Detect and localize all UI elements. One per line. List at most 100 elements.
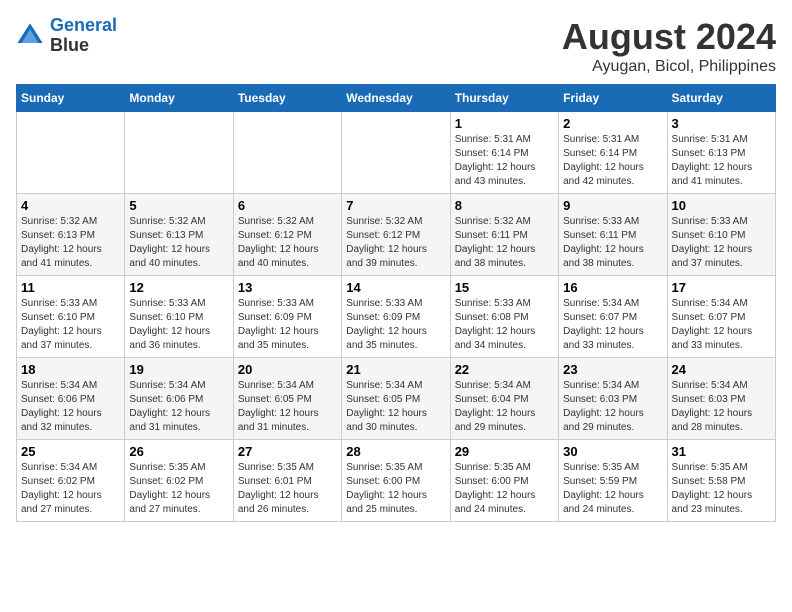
day-info: Sunrise: 5:34 AMSunset: 6:05 PMDaylight:…	[346, 379, 445, 435]
day-number: 12	[129, 280, 228, 295]
calendar-cell: 1 Sunrise: 5:31 AMSunset: 6:14 PMDaylight…	[450, 112, 558, 194]
day-number: 17	[672, 280, 771, 295]
day-info: Sunrise: 5:33 AMSunset: 6:10 PMDaylight:…	[21, 297, 120, 353]
day-info: Sunrise: 5:32 AMSunset: 6:12 PMDaylight:…	[346, 215, 445, 271]
day-number: 8	[455, 198, 554, 213]
day-number: 20	[238, 362, 337, 377]
day-number: 18	[21, 362, 120, 377]
page-header: General Blue August 2024 Ayugan, Bicol, …	[16, 16, 776, 76]
day-info: Sunrise: 5:34 AMSunset: 6:04 PMDaylight:…	[455, 379, 554, 435]
calendar-cell: 20 Sunrise: 5:34 AMSunset: 6:05 PMDayligh…	[233, 358, 341, 440]
day-number: 23	[563, 362, 662, 377]
day-number: 15	[455, 280, 554, 295]
day-number: 31	[672, 444, 771, 459]
calendar-week-1: 1 Sunrise: 5:31 AMSunset: 6:14 PMDaylight…	[17, 112, 776, 194]
day-number: 27	[238, 444, 337, 459]
day-info: Sunrise: 5:35 AMSunset: 5:58 PMDaylight:…	[672, 461, 771, 517]
col-header-tuesday: Tuesday	[233, 85, 341, 112]
calendar-cell	[125, 112, 233, 194]
col-header-wednesday: Wednesday	[342, 85, 450, 112]
day-number: 24	[672, 362, 771, 377]
calendar-cell: 15 Sunrise: 5:33 AMSunset: 6:08 PMDayligh…	[450, 276, 558, 358]
calendar-cell: 13Sunrise: 5:33 AMSunset: 6:09 PMDayligh…	[233, 276, 341, 358]
day-info: Sunrise: 5:34 AMSunset: 6:06 PMDaylight:…	[129, 379, 228, 435]
header-row: SundayMondayTuesdayWednesdayThursdayFrid…	[17, 85, 776, 112]
day-info: Sunrise: 5:34 AMSunset: 6:03 PMDaylight:…	[672, 379, 771, 435]
title-block: August 2024 Ayugan, Bicol, Philippines	[562, 16, 776, 76]
col-header-thursday: Thursday	[450, 85, 558, 112]
calendar-cell: 2 Sunrise: 5:31 AMSunset: 6:14 PMDaylight…	[559, 112, 667, 194]
calendar-cell: 16 Sunrise: 5:34 AMSunset: 6:07 PMDayligh…	[559, 276, 667, 358]
day-number: 22	[455, 362, 554, 377]
calendar-cell: 12 Sunrise: 5:33 AMSunset: 6:10 PMDayligh…	[125, 276, 233, 358]
day-number: 10	[672, 198, 771, 213]
calendar-table: SundayMondayTuesdayWednesdayThursdayFrid…	[16, 84, 776, 522]
day-info: Sunrise: 5:31 AMSunset: 6:13 PMDaylight:…	[672, 133, 771, 189]
day-number: 28	[346, 444, 445, 459]
calendar-cell: 18 Sunrise: 5:34 AMSunset: 6:06 PMDayligh…	[17, 358, 125, 440]
day-info: Sunrise: 5:34 AMSunset: 6:07 PMDaylight:…	[563, 297, 662, 353]
day-number: 6	[238, 198, 337, 213]
day-info: Sunrise: 5:32 AMSunset: 6:13 PMDaylight:…	[129, 215, 228, 271]
day-info: Sunrise: 5:34 AMSunset: 6:02 PMDaylight:…	[21, 461, 120, 517]
calendar-cell: 30Sunrise: 5:35 AMSunset: 5:59 PMDayligh…	[559, 440, 667, 522]
col-header-monday: Monday	[125, 85, 233, 112]
day-info: Sunrise: 5:34 AMSunset: 6:06 PMDaylight:…	[21, 379, 120, 435]
day-info: Sunrise: 5:33 AMSunset: 6:10 PMDaylight:…	[672, 215, 771, 271]
calendar-cell: 5 Sunrise: 5:32 AMSunset: 6:13 PMDaylight…	[125, 194, 233, 276]
day-number: 25	[21, 444, 120, 459]
calendar-cell: 26Sunrise: 5:35 AMSunset: 6:02 PMDayligh…	[125, 440, 233, 522]
day-info: Sunrise: 5:34 AMSunset: 6:05 PMDaylight:…	[238, 379, 337, 435]
day-info: Sunrise: 5:33 AMSunset: 6:09 PMDaylight:…	[346, 297, 445, 353]
day-number: 19	[129, 362, 228, 377]
col-header-friday: Friday	[559, 85, 667, 112]
calendar-cell: 9Sunrise: 5:33 AMSunset: 6:11 PMDaylight…	[559, 194, 667, 276]
calendar-cell: 14Sunrise: 5:33 AMSunset: 6:09 PMDayligh…	[342, 276, 450, 358]
day-info: Sunrise: 5:33 AMSunset: 6:09 PMDaylight:…	[238, 297, 337, 353]
calendar-cell	[17, 112, 125, 194]
day-number: 2	[563, 116, 662, 131]
calendar-week-2: 4 Sunrise: 5:32 AMSunset: 6:13 PMDaylight…	[17, 194, 776, 276]
calendar-cell: 6Sunrise: 5:32 AMSunset: 6:12 PMDaylight…	[233, 194, 341, 276]
calendar-cell: 10 Sunrise: 5:33 AMSunset: 6:10 PMDayligh…	[667, 194, 775, 276]
calendar-cell: 27 Sunrise: 5:35 AMSunset: 6:01 PMDayligh…	[233, 440, 341, 522]
calendar-cell: 11 Sunrise: 5:33 AMSunset: 6:10 PMDayligh…	[17, 276, 125, 358]
calendar-cell: 8 Sunrise: 5:32 AMSunset: 6:11 PMDaylight…	[450, 194, 558, 276]
calendar-cell: 22 Sunrise: 5:34 AMSunset: 6:04 PMDayligh…	[450, 358, 558, 440]
day-info: Sunrise: 5:34 AMSunset: 6:03 PMDaylight:…	[563, 379, 662, 435]
calendar-week-5: 25 Sunrise: 5:34 AMSunset: 6:02 PMDayligh…	[17, 440, 776, 522]
col-header-sunday: Sunday	[17, 85, 125, 112]
calendar-cell	[233, 112, 341, 194]
day-info: Sunrise: 5:35 AMSunset: 6:00 PMDaylight:…	[455, 461, 554, 517]
calendar-cell	[342, 112, 450, 194]
day-number: 16	[563, 280, 662, 295]
calendar-title: August 2024	[562, 16, 776, 58]
day-number: 4	[21, 198, 120, 213]
calendar-cell: 4Sunrise: 5:32 AMSunset: 6:13 PMDaylight…	[17, 194, 125, 276]
calendar-cell: 23 Sunrise: 5:34 AMSunset: 6:03 PMDayligh…	[559, 358, 667, 440]
day-number: 21	[346, 362, 445, 377]
col-header-saturday: Saturday	[667, 85, 775, 112]
day-number: 5	[129, 198, 228, 213]
day-info: Sunrise: 5:35 AMSunset: 5:59 PMDaylight:…	[563, 461, 662, 517]
day-info: Sunrise: 5:33 AMSunset: 6:08 PMDaylight:…	[455, 297, 554, 353]
day-number: 11	[21, 280, 120, 295]
day-number: 3	[672, 116, 771, 131]
day-info: Sunrise: 5:35 AMSunset: 6:02 PMDaylight:…	[129, 461, 228, 517]
day-number: 1	[455, 116, 554, 131]
calendar-cell: 3 Sunrise: 5:31 AMSunset: 6:13 PMDaylight…	[667, 112, 775, 194]
calendar-cell: 25 Sunrise: 5:34 AMSunset: 6:02 PMDayligh…	[17, 440, 125, 522]
calendar-cell: 28Sunrise: 5:35 AMSunset: 6:00 PMDayligh…	[342, 440, 450, 522]
day-info: Sunrise: 5:35 AMSunset: 6:01 PMDaylight:…	[238, 461, 337, 517]
calendar-week-4: 18 Sunrise: 5:34 AMSunset: 6:06 PMDayligh…	[17, 358, 776, 440]
day-info: Sunrise: 5:34 AMSunset: 6:07 PMDaylight:…	[672, 297, 771, 353]
day-info: Sunrise: 5:31 AMSunset: 6:14 PMDaylight:…	[563, 133, 662, 189]
day-info: Sunrise: 5:33 AMSunset: 6:10 PMDaylight:…	[129, 297, 228, 353]
day-number: 9	[563, 198, 662, 213]
day-info: Sunrise: 5:31 AMSunset: 6:14 PMDaylight:…	[455, 133, 554, 189]
calendar-cell: 31 Sunrise: 5:35 AMSunset: 5:58 PMDayligh…	[667, 440, 775, 522]
logo: General Blue	[16, 16, 117, 56]
calendar-cell: 24 Sunrise: 5:34 AMSunset: 6:03 PMDayligh…	[667, 358, 775, 440]
day-info: Sunrise: 5:32 AMSunset: 6:11 PMDaylight:…	[455, 215, 554, 271]
day-number: 29	[455, 444, 554, 459]
